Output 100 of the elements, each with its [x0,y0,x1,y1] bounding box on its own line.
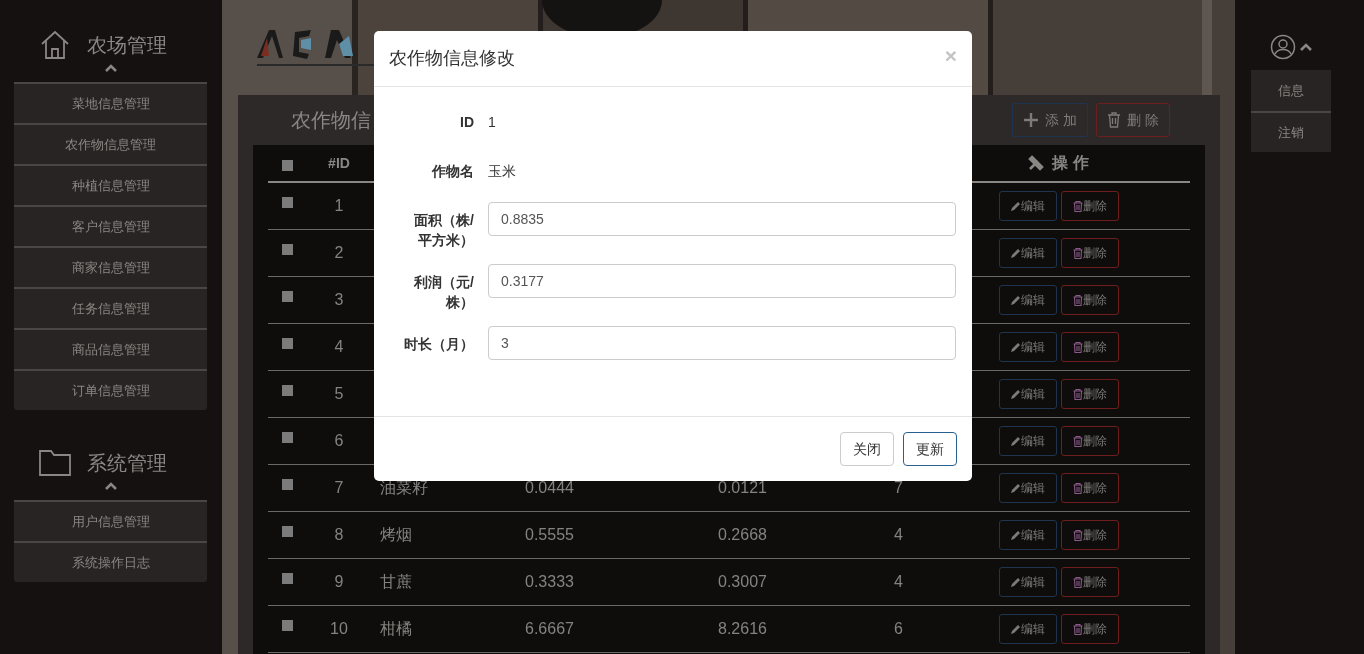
delete-button[interactable]: 删除 [1060,567,1119,597]
checkbox[interactable] [282,479,293,490]
section-title[interactable]: 农场管理 [87,30,167,60]
trash-icon [1072,247,1083,259]
add-button[interactable]: 添 加 [1012,103,1089,137]
trash-icon [1072,388,1083,400]
pencil-icon [1010,576,1021,588]
table-cell-text: 0.3333 [525,572,575,592]
checkbox[interactable] [282,197,293,208]
menu-item[interactable]: 信息 [1251,70,1331,111]
close-dialog-button[interactable]: 关闭 [840,432,894,466]
edit-button[interactable]: 编辑 [998,332,1057,362]
edit-button[interactable]: 编辑 [998,379,1057,409]
field-label: ID [459,113,474,132]
table-cell-text: 3 [333,290,345,310]
delete-button[interactable]: 删除 [1060,473,1119,503]
table-cell-text: 0.3007 [718,572,768,592]
field-label: 时长（月） [404,335,474,354]
table-cell-text: 7 [893,478,904,498]
edit-button[interactable]: 编辑 [998,238,1057,268]
edit-button[interactable]: 编辑 [998,426,1057,456]
pencil-icon [1010,247,1021,259]
table-cell-text: 柑橘 [379,619,413,639]
sidebar-item[interactable]: 农作物信息管理 [14,123,207,164]
table-cell-text: 烤烟 [379,525,413,545]
table-cell-text: 0.0444 [525,478,575,498]
checkbox[interactable] [282,526,293,537]
input-field[interactable]: 0.8835 [488,202,956,236]
sidebar-item[interactable]: 任务信息管理 [14,287,207,328]
sidebar-item[interactable]: 客户信息管理 [14,205,207,246]
table-cell-text: 10 [329,619,349,639]
checkbox[interactable] [282,338,293,349]
input-field[interactable]: 0.3177 [488,264,956,298]
pencil-icon [1010,294,1021,306]
sidebar-item[interactable]: 菜地信息管理 [14,82,207,123]
trash-icon [1107,112,1122,128]
table-cell-text: 6.6667 [525,619,575,639]
edit-button[interactable]: 编辑 [998,191,1057,221]
table-cell-text: 4 [893,525,904,545]
sidebar-item[interactable]: 商家信息管理 [14,246,207,287]
sidebar-item[interactable]: 用户信息管理 [14,500,207,541]
trash-icon [1072,294,1083,306]
update-button[interactable]: 更新 [903,432,957,466]
panel-title: 农作物信 [291,108,371,133]
delete-button[interactable]: 删除 [1060,238,1119,268]
delete-button[interactable]: 删除 [1060,614,1119,644]
folder-icon [39,450,71,476]
delete-button[interactable]: 删除 [1060,191,1119,221]
table-cell-text: 8.2616 [718,619,768,639]
edit-button[interactable]: 编辑 [998,285,1057,315]
edit-button[interactable]: 编辑 [998,473,1057,503]
delete-button[interactable]: 删 除 [1096,103,1170,137]
dialog-title: 农作物信息修改 [389,47,515,70]
menu-item[interactable]: 注销 [1251,111,1331,152]
table-cell-text: 6 [893,619,904,639]
delete-button[interactable]: 删除 [1060,426,1119,456]
checkbox[interactable] [282,573,293,584]
field-label: 利润（元/株） [413,273,474,312]
sidebar-item[interactable]: 商品信息管理 [14,328,207,369]
checkbox[interactable] [282,291,293,302]
pencil-icon [1010,435,1021,447]
delete-button[interactable]: 删除 [1060,379,1119,409]
table-cell-text: 4 [333,337,345,357]
checkbox[interactable] [282,160,293,171]
table-cell-text: 4 [893,572,904,592]
pencil-icon [1010,388,1021,400]
pencil-icon [1010,341,1021,353]
table-cell-text: 2 [333,243,345,263]
section-title[interactable]: 系统管理 [87,448,167,478]
delete-button[interactable]: 删除 [1060,332,1119,362]
sidebar-item[interactable]: 订单信息管理 [14,369,207,410]
field-value: 1 [488,113,496,132]
table-cell-text: 0.5555 [525,525,575,545]
pencil-icon [1010,200,1021,212]
pencil-icon [1010,529,1021,541]
plus-icon [1023,112,1040,128]
sidebar-item[interactable]: 系统操作日志 [14,541,207,582]
edit-button[interactable]: 编辑 [998,520,1057,550]
checkbox[interactable] [282,432,293,443]
trash-icon [1072,435,1083,447]
input-field[interactable]: 3 [488,326,956,360]
column-header: 操 作 [1052,153,1089,173]
trash-icon [1072,623,1083,635]
table-cell-text: 甘蔗 [379,572,413,592]
table-cell-text: 0.0121 [718,478,768,498]
table-cell-text: 8 [333,525,345,545]
checkbox[interactable] [282,620,293,631]
pencil-icon [1010,623,1021,635]
checkbox[interactable] [282,385,293,396]
table-cell-text: 5 [333,384,345,404]
sidebar-item[interactable]: 种植信息管理 [14,164,207,205]
edit-button[interactable]: 编辑 [998,614,1057,644]
delete-button[interactable]: 删除 [1060,520,1119,550]
edit-button[interactable]: 编辑 [998,567,1057,597]
delete-button[interactable]: 删除 [1060,285,1119,315]
trash-icon [1072,482,1083,494]
table-cell-text: 9 [333,572,345,592]
tools-icon [1028,155,1045,171]
checkbox[interactable] [282,244,293,255]
table-cell-text: 7 [333,478,345,498]
